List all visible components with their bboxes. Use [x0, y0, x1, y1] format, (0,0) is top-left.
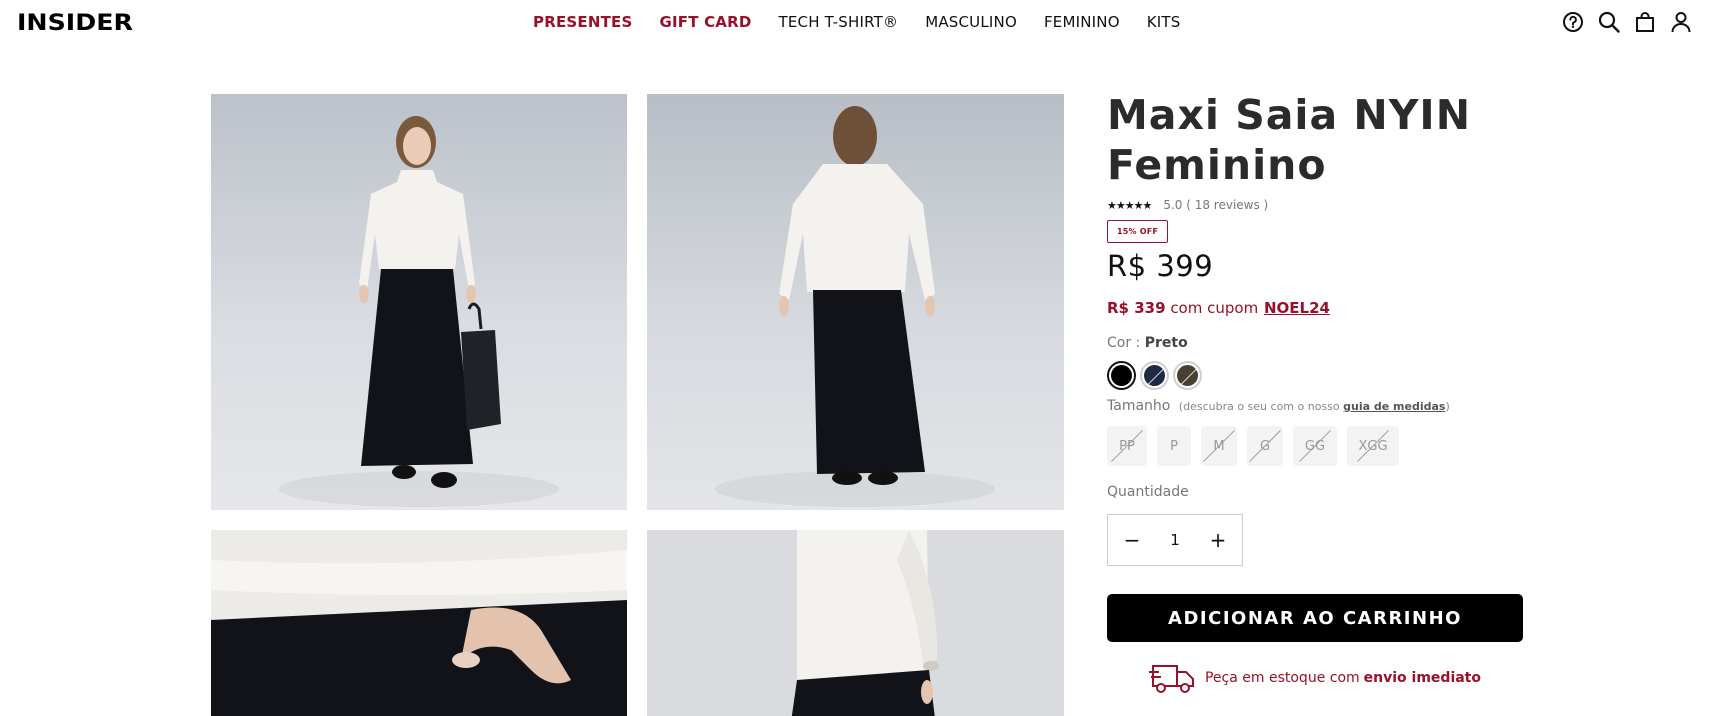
bag-icon[interactable] — [1634, 11, 1656, 33]
nav-item-kits[interactable]: KITS — [1147, 13, 1181, 31]
quantity-value[interactable]: 1 — [1170, 531, 1180, 549]
size-option-pp[interactable]: PP — [1107, 426, 1147, 466]
stock-text: Peça em estoque com — [1204, 670, 1360, 686]
pocket-detail-photo[interactable] — [211, 530, 627, 716]
help-icon[interactable] — [1562, 11, 1584, 33]
product-price: R$ 399 — [1107, 249, 1214, 283]
selected-color: Preto — [1144, 335, 1188, 351]
add-to-cart-button[interactable]: ADICIONAR AO CARRINHO — [1107, 594, 1523, 642]
size-option-p[interactable]: P — [1157, 426, 1191, 466]
quantity-decrease-button[interactable]: − — [1122, 528, 1142, 552]
stock-highlight: envio imediato — [1363, 670, 1481, 686]
delivery-truck-icon — [1148, 660, 1197, 696]
nav-item-tech-tshirt[interactable]: TECH T-SHIRT® — [779, 13, 899, 31]
color-swatch-marrom[interactable] — [1173, 361, 1202, 390]
product-gallery — [211, 94, 1064, 716]
stock-notice: Peça em estoque com envio imediato — [1107, 660, 1523, 696]
size-hint-suffix: ) — [1445, 400, 1450, 413]
coupon-price: R$ 339 com cupom NOEL24 — [1107, 299, 1527, 317]
product-rating[interactable]: ★★★★★ 5.0 ( 18 reviews ) — [1107, 198, 1527, 212]
discount-badge: 15% OFF — [1107, 220, 1169, 243]
size-options: PP P M G GG XGG — [1107, 426, 1527, 466]
side-detail-photo[interactable] — [647, 530, 1064, 716]
size-option-m[interactable]: M — [1201, 426, 1237, 466]
coupon-price-value: R$ 339 — [1107, 299, 1166, 317]
coupon-text: com cupom — [1170, 299, 1259, 317]
header-actions — [1562, 11, 1692, 33]
color-label: Cor : Preto — [1107, 335, 1527, 351]
size-label-text: Tamanho — [1107, 398, 1171, 414]
color-swatch-marinho[interactable] — [1140, 361, 1169, 390]
size-hint-prefix: (descubra o seu com o nosso — [1178, 400, 1340, 413]
nav-item-presentes[interactable]: PRESENTES — [533, 13, 632, 31]
product-info: Maxi Saia NYIN Feminino ★★★★★ 5.0 ( 18 r… — [1107, 90, 1527, 696]
color-swatch-preto[interactable] — [1107, 361, 1136, 390]
rating-text: 5.0 ( 18 reviews ) — [1163, 198, 1269, 212]
rating-stars: ★★★★★ — [1107, 198, 1152, 212]
search-icon[interactable] — [1598, 11, 1620, 33]
nav-item-masculino[interactable]: MASCULINO — [925, 13, 1017, 31]
quantity-stepper: − 1 + — [1107, 514, 1243, 566]
size-hint: (descubra o seu com o nosso guia de medi… — [1179, 400, 1450, 413]
size-option-gg[interactable]: GG — [1293, 426, 1337, 466]
size-option-xgg[interactable]: XGG — [1347, 426, 1399, 466]
quantity-increase-button[interactable]: + — [1208, 528, 1228, 552]
main-nav: PRESENTES GIFT CARD TECH T-SHIRT® MASCUL… — [533, 13, 1207, 31]
front-view-photo[interactable] — [211, 94, 627, 510]
size-option-g[interactable]: G — [1247, 426, 1283, 466]
product-title: Maxi Saia NYIN Feminino — [1107, 91, 1472, 189]
brand-logo[interactable]: INSIDER — [17, 11, 133, 36]
nav-item-gift-card[interactable]: GIFT CARD — [659, 13, 751, 31]
color-label-text: Cor : — [1107, 335, 1141, 351]
color-swatches — [1107, 361, 1527, 390]
back-view-photo[interactable] — [647, 94, 1064, 510]
size-label: Tamanho (descubra o seu com o nosso guia… — [1107, 398, 1527, 414]
user-icon[interactable] — [1670, 11, 1692, 33]
size-guide-link[interactable]: guia de medidas — [1343, 400, 1445, 413]
nav-item-feminino[interactable]: FEMININO — [1044, 13, 1120, 31]
quantity-label: Quantidade — [1107, 484, 1189, 500]
site-header: INSIDER PRESENTES GIFT CARD TECH T-SHIRT… — [0, 0, 1716, 48]
coupon-code[interactable]: NOEL24 — [1264, 299, 1330, 317]
